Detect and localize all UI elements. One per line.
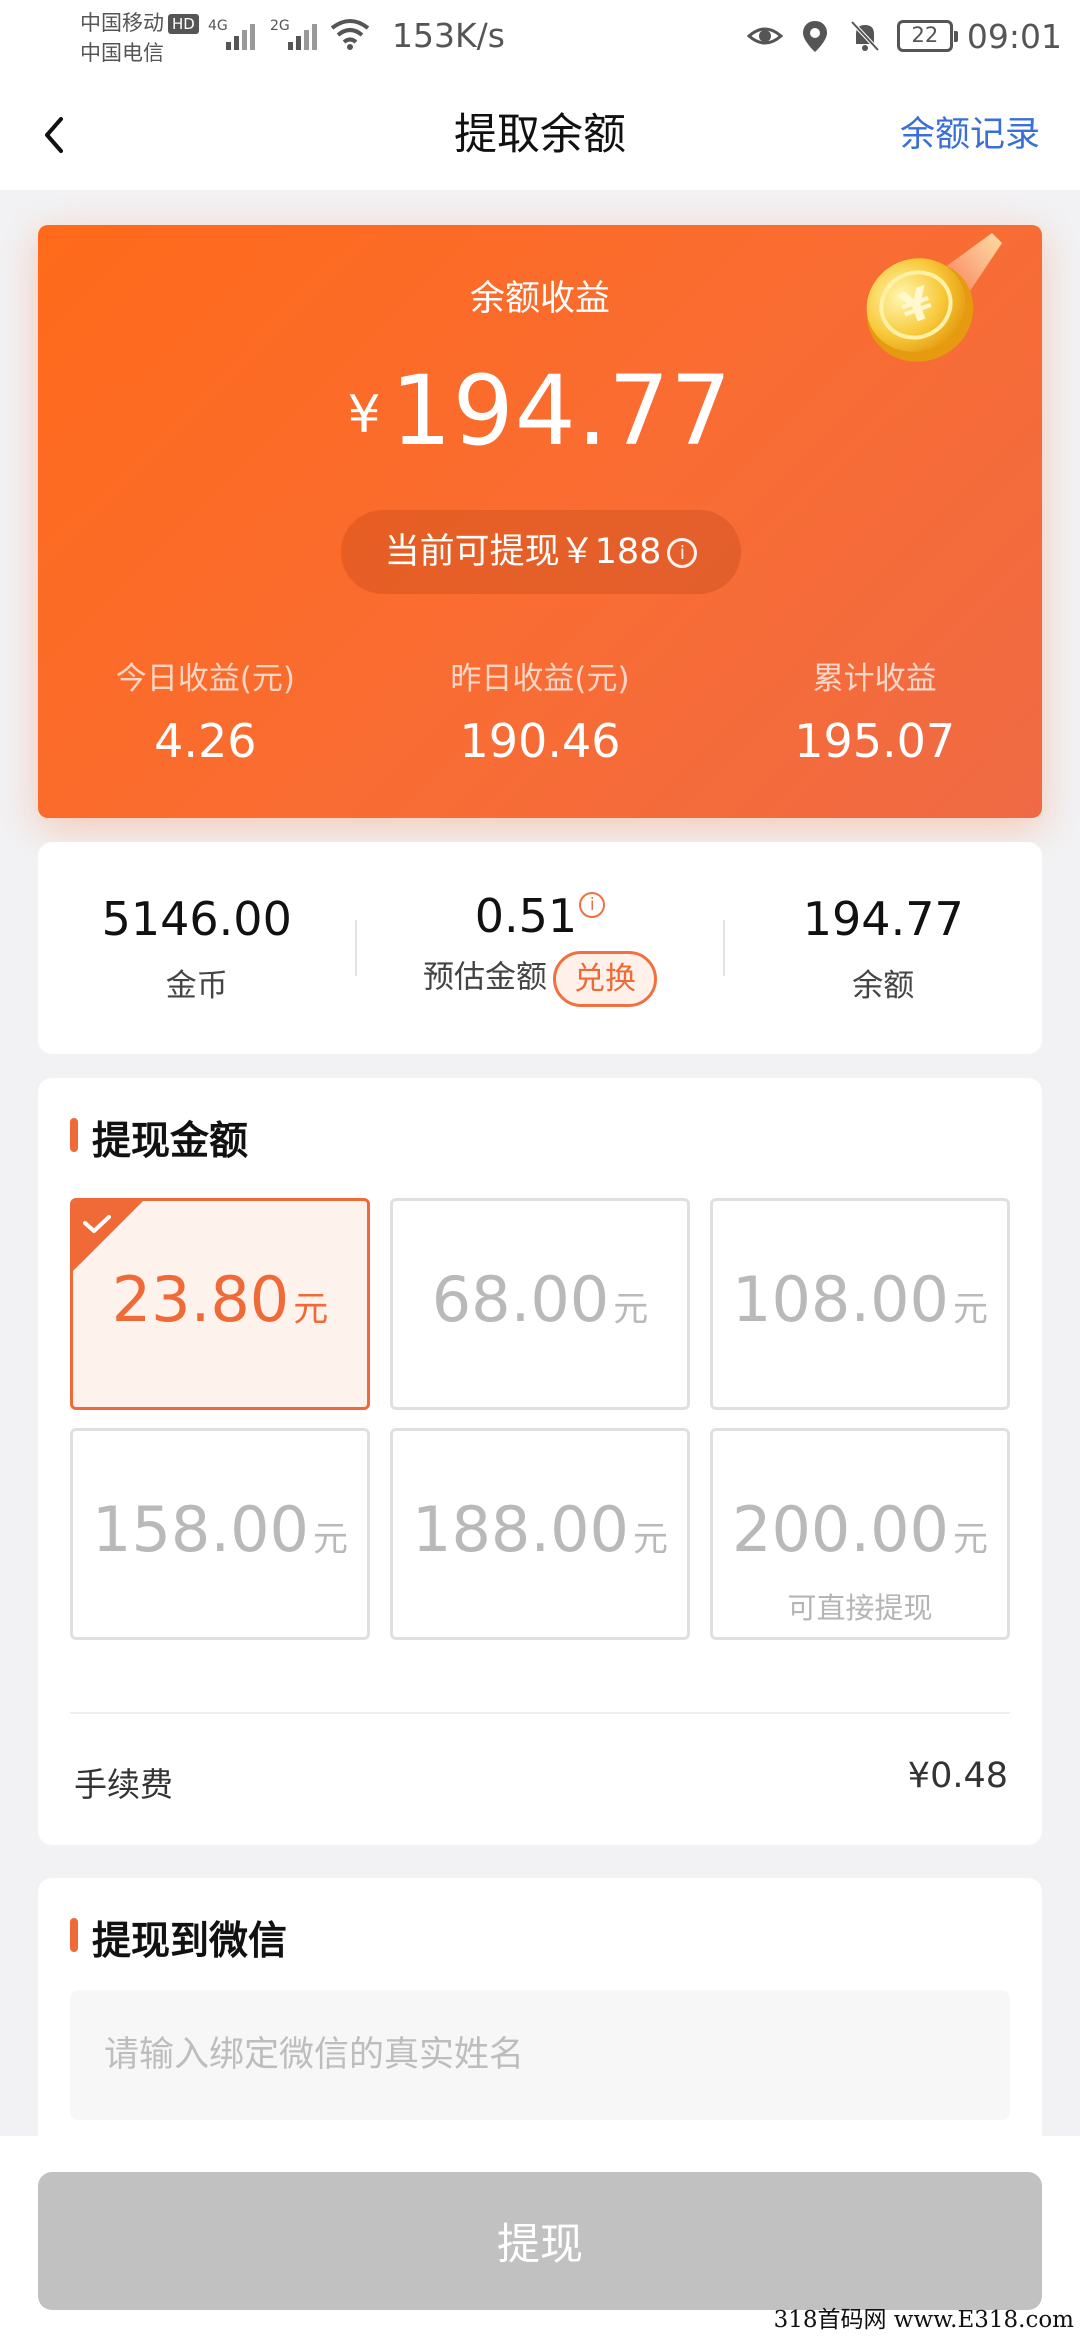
carrier-1: 中国移动 [80,11,164,35]
amount-unit: 元 [952,1520,988,1560]
location-icon [802,21,827,52]
amount-unit: 元 [613,1290,649,1330]
check-icon [73,1201,143,1271]
carrier-info: 中国移动 HD 中国电信 [80,8,199,68]
amount-value: 23.80 [111,1263,290,1336]
wechat-title: 提现到微信 [70,1910,287,1966]
amount-option-108-00[interactable]: 108.00 元 [710,1198,1010,1410]
amount-value: 108.00 [732,1263,949,1336]
amount-option-200-00[interactable]: 200.00 元 可直接提现 [710,1428,1010,1640]
real-name-input[interactable] [70,1990,1010,2120]
signal-label-1: 4G [208,18,228,34]
amount-unit: 元 [312,1520,348,1560]
status-bar: 中国移动 HD 中国电信 4G 2G 153K/s 22 09:01 [0,0,1080,80]
amount-text: 68.00 元 [393,1263,687,1336]
bell-off-icon [850,20,880,52]
back-button[interactable] [24,100,84,170]
balance-amount-value: 194.77 [390,355,733,467]
amount-option-68-00[interactable]: 68.00 元 [390,1198,690,1410]
info-icon[interactable]: i [667,538,698,568]
battery-icon: 22 [896,20,958,52]
amount-text: 23.80 元 [73,1263,367,1336]
amount-value: 68.00 [431,1263,610,1336]
coins-label: 金币 [165,967,228,1004]
hd-badge: HD [168,14,199,34]
withdrawable-text: 当前可提现￥188 [384,532,662,572]
fee-label: 手续费 [74,1765,173,1804]
estimate-summary: 0.51 i 预估金额 兑换 [357,889,722,1007]
stat-label: 累计收益 [812,661,937,697]
wifi-icon [330,19,370,50]
withdraw-button[interactable]: 提现 [38,2172,1042,2310]
amount-value: 188.00 [412,1493,629,1566]
balance-summary: 194.77 余额 [725,892,1042,1005]
estimate-value: 0.51 [474,889,578,943]
stat-value: 195.07 [794,714,956,768]
wechat-card: 提现到微信 [38,1878,1042,2178]
withdrawable-pill[interactable]: 当前可提现￥188 i [341,510,741,594]
amount-option-23-80[interactable]: 23.80 元 [70,1198,370,1410]
back-arrow-icon [45,117,63,153]
balance-amount: ¥194.77 [38,355,1042,467]
network-speed: 153K/s [392,16,505,55]
balance-record-link[interactable]: 余额记录 [900,80,1040,190]
balance-summary-label: 余额 [852,967,915,1004]
amount-option-188-00[interactable]: 188.00 元 [390,1428,690,1640]
amount-text: 188.00 元 [393,1493,687,1566]
estimate-label: 预估金额 [422,959,547,996]
bottom-bar: 提现 318首码网 www.E318.com [0,2136,1080,2340]
amount-text: 158.00 元 [73,1493,367,1566]
stat-value: 190.46 [459,714,621,768]
withdraw-amount-title: 提现金额 [70,1110,248,1166]
amount-option-158-00[interactable]: 158.00 元 [70,1428,370,1640]
signal-bars-2-icon [288,20,322,50]
amount-unit: 元 [632,1520,668,1560]
coins-value: 5146.00 [101,891,292,946]
signal-label-2: 2G [270,18,290,34]
stat-total: 累计收益 195.07 [707,653,1042,768]
amount-text: 200.00 元 [713,1493,1007,1566]
balance-card: ¥ 余额收益 ¥194.77 当前可提现￥188 i 今日收益(元) 4.26 昨… [38,225,1042,818]
balance-value: 194.77 [802,891,964,946]
eye-icon [746,27,783,45]
coins-summary: 5146.00 金币 [38,892,355,1005]
stat-label: 今日收益(元) [115,661,295,697]
stat-yesterday: 昨日收益(元) 190.46 [373,653,708,768]
direct-withdraw-note: 可直接提现 [787,1591,933,1625]
amount-unit: 元 [952,1290,988,1330]
nav-bar: 提取余额 余额记录 [0,80,1080,190]
balance-label: 余额收益 [469,279,610,319]
fee-value: ¥0.48 [907,1756,1008,1796]
signal-bars-1-icon [226,20,260,50]
amount-unit: 元 [293,1290,329,1330]
estimate-value-row: 0.51 i [357,889,722,943]
amount-text: 108.00 元 [713,1263,1007,1336]
status-icons: 22 09:01 [746,14,1062,58]
withdraw-amount-card: 提现金额 23.80 元 68.00 元 108.00 元 158.00 元 188.0… [38,1078,1042,1845]
exchange-button[interactable]: 兑换 [552,951,657,1007]
stat-value: 4.26 [154,714,257,768]
currency-symbol: ¥ [347,385,381,445]
info-icon[interactable]: i [579,892,606,918]
stat-label: 昨日收益(元) [450,661,630,697]
summary-card: 5146.00 金币 0.51 i 预估金额 兑换 194.77 余额 [38,842,1042,1054]
carrier-2: 中国电信 [80,41,164,65]
amount-value: 200.00 [732,1493,949,1566]
earnings-stats: 今日收益(元) 4.26 昨日收益(元) 190.46 累计收益 195.07 [38,653,1042,768]
estimate-label-row: 预估金额 兑换 [357,951,722,1007]
watermark: 318首码网 www.E318.com [773,2307,1074,2333]
divider [70,1712,1010,1714]
amount-value: 158.00 [92,1493,309,1566]
stat-today: 今日收益(元) 4.26 [38,653,373,768]
clock: 09:01 [966,16,1062,56]
